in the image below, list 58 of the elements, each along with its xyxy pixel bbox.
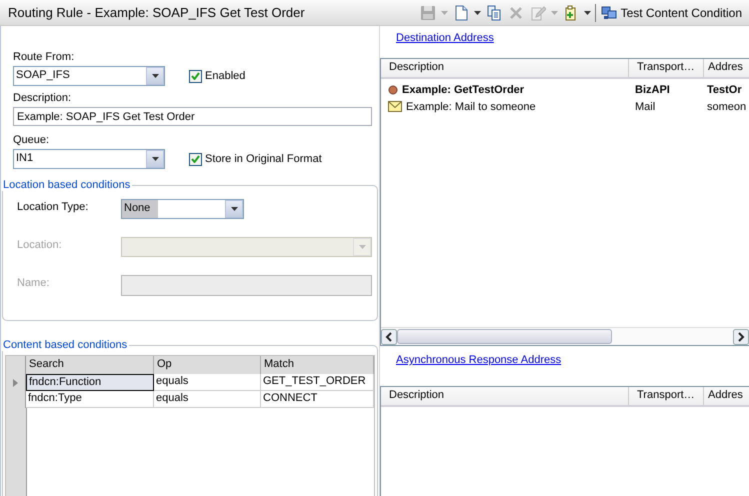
table-cell[interactable]: CONNECT xyxy=(261,391,374,408)
list-cell[interactable]: Mail xyxy=(635,100,656,112)
caret-icon xyxy=(152,157,158,161)
table-cell[interactable]: fndcn:Function xyxy=(26,374,154,391)
table-cell[interactable]: GET_TEST_ORDER xyxy=(261,374,374,391)
test-button[interactable]: Test Content Condition xyxy=(600,4,743,22)
checkbox[interactable] xyxy=(189,70,202,82)
scroll-right-icon[interactable] xyxy=(733,328,749,344)
computers-icon xyxy=(600,4,617,20)
caret-icon xyxy=(152,74,158,78)
link[interactable]: Destination Address xyxy=(396,32,494,44)
field-label: Location: xyxy=(17,238,63,251)
checkbox[interactable] xyxy=(189,152,202,166)
edit-icon xyxy=(530,4,546,20)
caret-icon[interactable] xyxy=(584,10,591,14)
document-icon xyxy=(452,4,469,20)
list-cell[interactable]: TestOr xyxy=(707,84,742,96)
table-cell[interactable]: fndcn:Type xyxy=(26,391,154,408)
check-icon xyxy=(191,72,200,80)
column-header[interactable]: Addres xyxy=(704,387,749,405)
field-label: Queue: xyxy=(13,134,50,146)
list-cell[interactable]: BizAPI xyxy=(635,84,670,96)
field-label: Description: xyxy=(13,92,72,104)
column-header[interactable]: Transport… xyxy=(629,59,704,77)
toolbar-button[interactable] xyxy=(484,4,503,22)
column-header[interactable]: Description xyxy=(381,59,629,77)
scroll-thumb[interactable] xyxy=(397,329,612,344)
field-label: Name: xyxy=(17,276,50,289)
caret-icon xyxy=(358,245,366,249)
text-field[interactable]: Example: SOAP_IFS Get Test Order xyxy=(13,107,372,126)
caret-icon xyxy=(230,207,238,211)
dropdown-field[interactable]: SOAP_IFS xyxy=(13,66,165,86)
copy-icon xyxy=(486,4,502,20)
list-cell[interactable]: Example: Mail to someone xyxy=(406,100,536,112)
table-cell[interactable]: equals xyxy=(154,374,261,391)
checkbox-label: Enabled xyxy=(205,70,246,82)
column-header[interactable]: Match xyxy=(261,356,374,374)
caret-icon[interactable] xyxy=(474,10,481,14)
group-title: Location based conditions xyxy=(2,179,132,191)
column-header[interactable]: Description xyxy=(381,387,629,405)
delete-icon xyxy=(508,4,524,20)
link[interactable]: Asynchronous Response Address xyxy=(396,354,562,366)
list-cell[interactable]: Example: GetTestOrder xyxy=(402,84,524,96)
scroll-left-icon[interactable] xyxy=(381,328,397,344)
field-label: Route From: xyxy=(13,51,76,63)
horizontal-scrollbar[interactable] xyxy=(381,327,749,345)
column-header[interactable]: Transport… xyxy=(629,387,704,405)
window-title: Routing Rule - Example: SOAP_IFS Get Test Order xyxy=(8,5,305,20)
dropdown-field[interactable]: IN1 xyxy=(13,149,165,169)
column-header[interactable]: Addres xyxy=(704,59,749,77)
group-title: Content based conditions xyxy=(2,339,128,351)
check-icon xyxy=(191,155,200,163)
dropdown-field[interactable]: None xyxy=(121,199,244,219)
column-header[interactable]: Op xyxy=(154,356,261,374)
field-label: Location Type: xyxy=(17,200,90,213)
table-cell[interactable]: equals xyxy=(154,391,261,408)
checkbox-label: Store in Original Format xyxy=(205,153,322,165)
list-cell[interactable]: someon xyxy=(707,100,746,112)
